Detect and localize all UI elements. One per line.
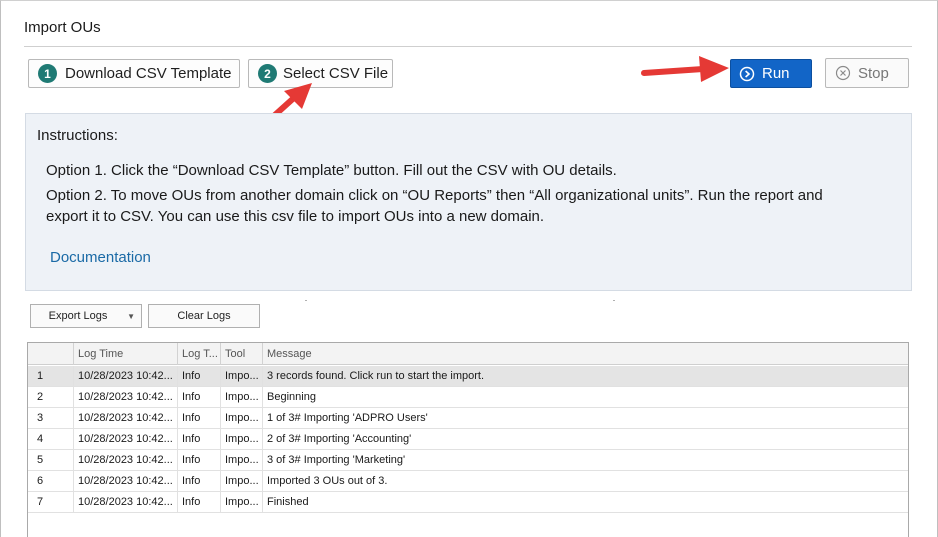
- table-row[interactable]: 3 10/28/2023 10:42... Info Impo... 1 of …: [28, 408, 908, 429]
- tool-cell: Impo...: [220, 429, 262, 450]
- play-circle-icon: [739, 66, 755, 81]
- stop-label: Stop: [858, 64, 889, 82]
- log-type-cell: Info: [177, 471, 220, 492]
- row-number: 1: [37, 370, 44, 382]
- table-row[interactable]: 2 10/28/2023 10:42... Info Impo... Begin…: [28, 387, 908, 408]
- title-divider: [24, 46, 912, 47]
- stop-button[interactable]: Stop: [825, 58, 909, 88]
- divider-dot: [613, 300, 615, 301]
- log-time-cell: 10/28/2023 10:42...: [73, 492, 177, 513]
- tool-cell: Impo...: [220, 408, 262, 429]
- instructions-option-2-line-2: export it to CSV. You can use this csv f…: [46, 208, 545, 225]
- message-cell: Finished: [262, 492, 908, 513]
- log-type-cell: Info: [177, 408, 220, 429]
- divider-dot: [305, 300, 307, 301]
- run-label: Run: [762, 65, 790, 82]
- table-row[interactable]: 6 10/28/2023 10:42... Info Impo... Impor…: [28, 471, 908, 492]
- table-row[interactable]: 7 10/28/2023 10:42... Info Impo... Finis…: [28, 492, 908, 513]
- log-type-cell: Info: [177, 366, 220, 387]
- log-type-cell: Info: [177, 429, 220, 450]
- table-row[interactable]: 5 10/28/2023 10:42... Info Impo... 3 of …: [28, 450, 908, 471]
- row-number: 4: [37, 433, 44, 445]
- log-time-cell: 10/28/2023 10:42...: [73, 471, 177, 492]
- tool-cell: Impo...: [220, 450, 262, 471]
- row-number: 2: [37, 391, 44, 403]
- log-grid[interactable]: Log Time Log T... Tool Message 1 10/28/2…: [27, 342, 909, 537]
- log-type-cell: Info: [177, 450, 220, 471]
- log-time-cell: 10/28/2023 10:42...: [73, 408, 177, 429]
- row-number: 3: [37, 412, 44, 424]
- table-row[interactable]: 4 10/28/2023 10:42... Info Impo... 2 of …: [28, 429, 908, 450]
- tool-cell: Impo...: [220, 387, 262, 408]
- message-cell: 1 of 3# Importing 'ADPRO Users': [262, 408, 908, 429]
- table-row[interactable]: 1 10/28/2023 10:42... Info Impo... 3 rec…: [28, 366, 908, 387]
- row-number: 6: [37, 475, 44, 487]
- stop-circle-icon: [835, 65, 851, 81]
- log-time-cell: 10/28/2023 10:42...: [73, 450, 177, 471]
- instructions-panel: Instructions: Option 1. Click the “Downl…: [25, 113, 912, 291]
- tool-cell: Impo...: [220, 366, 262, 387]
- instructions-option-2-line-1: Option 2. To move OUs from another domai…: [46, 187, 823, 204]
- download-csv-template-button[interactable]: 1 Download CSV Template: [28, 59, 240, 88]
- row-number: 7: [37, 496, 44, 508]
- export-logs-button[interactable]: Export Logs ▼: [30, 304, 142, 328]
- log-grid-header: Log Time Log T... Tool Message: [28, 343, 908, 365]
- export-logs-label: Export Logs: [48, 310, 108, 322]
- column-header-tool[interactable]: Tool: [220, 343, 262, 365]
- row-number: 5: [37, 454, 44, 466]
- documentation-link[interactable]: Documentation: [50, 249, 151, 266]
- log-type-cell: Info: [177, 492, 220, 513]
- instructions-option-1: Option 1. Click the “Download CSV Templa…: [46, 162, 617, 179]
- instructions-heading: Instructions:: [37, 127, 118, 144]
- message-cell: 3 of 3# Importing 'Marketing': [262, 450, 908, 471]
- step-1-badge: 1: [38, 64, 57, 83]
- log-time-cell: 10/28/2023 10:42...: [73, 387, 177, 408]
- column-header-log-type[interactable]: Log T...: [177, 343, 220, 365]
- log-time-cell: 10/28/2023 10:42...: [73, 366, 177, 387]
- annotation-arrow-run: [641, 56, 729, 82]
- message-cell: Beginning: [262, 387, 908, 408]
- tool-cell: Impo...: [220, 492, 262, 513]
- caret-down-icon[interactable]: ▼: [127, 312, 135, 321]
- import-ous-window: Import OUs 1 Download CSV Template 2 Sel…: [0, 0, 938, 537]
- column-header-log-time[interactable]: Log Time: [73, 343, 177, 365]
- clear-logs-label: Clear Logs: [177, 310, 231, 322]
- message-cell: 3 records found. Click run to start the …: [262, 366, 908, 387]
- run-button[interactable]: Run: [730, 59, 812, 88]
- clear-logs-button[interactable]: Clear Logs: [148, 304, 260, 328]
- window-title: Import OUs: [24, 19, 101, 36]
- log-type-cell: Info: [177, 387, 220, 408]
- download-csv-template-label: Download CSV Template: [65, 65, 232, 82]
- tool-cell: Impo...: [220, 471, 262, 492]
- message-cell: Imported 3 OUs out of 3.: [262, 471, 908, 492]
- message-cell: 2 of 3# Importing 'Accounting': [262, 429, 908, 450]
- column-header-message[interactable]: Message: [262, 343, 908, 365]
- log-time-cell: 10/28/2023 10:42...: [73, 429, 177, 450]
